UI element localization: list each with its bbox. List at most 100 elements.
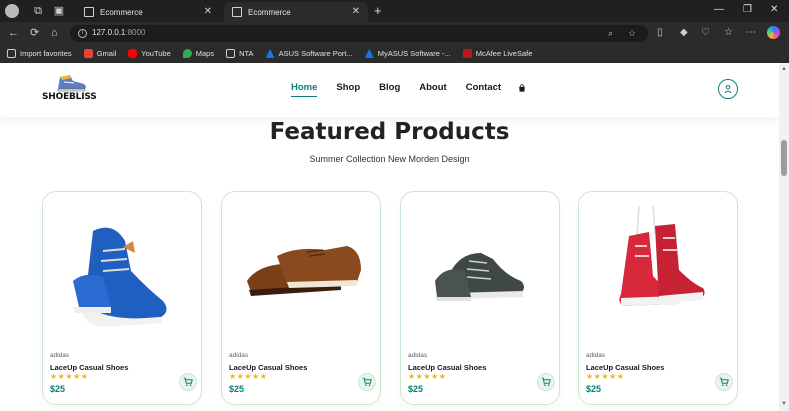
shopping-bag-icon[interactable] xyxy=(518,83,526,92)
close-tab-icon[interactable]: ✕ xyxy=(204,6,212,17)
workspaces-icon[interactable]: ⧉ xyxy=(31,4,45,18)
star-icon: ★ xyxy=(415,372,423,381)
product-card[interactable]: adidas LaceUp Casual Shoes ★ ★ ★ ★ ★ $25 xyxy=(578,191,738,405)
close-window-icon[interactable]: ✕ xyxy=(770,4,778,15)
tab-2-title: Ecommerce xyxy=(248,7,291,17)
nav-shop[interactable]: Shop xyxy=(336,82,360,93)
scroll-up-arrow-icon[interactable]: ▲ xyxy=(781,66,787,72)
product-rating: ★ ★ ★ ★ ★ xyxy=(50,373,88,381)
star-icon: ★ xyxy=(80,372,88,381)
restore-icon[interactable]: ❐ xyxy=(743,4,752,15)
page-icon xyxy=(84,7,94,17)
product-name[interactable]: LaceUp Casual Shoes xyxy=(408,363,486,372)
product-name[interactable]: LaceUp Casual Shoes xyxy=(586,363,664,372)
tab-1-title: Ecommerce xyxy=(100,7,143,17)
page-scrollbar[interactable] xyxy=(779,63,789,411)
product-name[interactable]: LaceUp Casual Shoes xyxy=(50,363,128,372)
bookmark-import-favorites[interactable]: Import favorites xyxy=(7,49,72,58)
new-tab-plus-icon[interactable]: + xyxy=(374,3,382,18)
minimize-icon[interactable]: — xyxy=(714,4,724,15)
site-logo[interactable]: SHOEBLISS xyxy=(42,73,98,105)
bookmark-nta[interactable]: NTA xyxy=(226,49,254,58)
bookmark-asus-software-portal[interactable]: ASUS Software Port... xyxy=(265,49,353,58)
section-title: Featured Products xyxy=(269,119,510,145)
bookmark-label: NTA xyxy=(239,49,254,58)
grey-sneaker-image xyxy=(435,253,524,301)
address-toolbar: ← ⟳ ⌂ i 127.0.0.1:8000 ⌕ ☆ ▯ ◆ ♡ ☆ ⋯ xyxy=(0,22,789,44)
site-info-icon[interactable]: i xyxy=(78,29,87,38)
copilot-icon[interactable] xyxy=(767,26,780,39)
star-icon: ★ xyxy=(236,372,244,381)
bookmark-label: Gmail xyxy=(96,49,117,58)
back-arrow-icon[interactable]: ← xyxy=(8,27,19,39)
nav-home[interactable]: Home xyxy=(291,82,318,97)
star-icon: ★ xyxy=(408,372,416,381)
product-brand: adidas xyxy=(408,352,428,359)
product-price: $25 xyxy=(408,384,424,394)
bookmark-mcafee[interactable]: McAfee LiveSafe xyxy=(462,49,532,58)
product-price: $25 xyxy=(50,384,66,394)
bookmark-youtube[interactable]: YouTube xyxy=(128,49,171,58)
product-card[interactable]: adidas LaceUp Casual Shoes ★ ★ ★ ★ ★ $25 xyxy=(42,191,202,405)
scrollbar-thumb[interactable] xyxy=(781,140,787,176)
gmail-icon xyxy=(83,49,93,58)
star-icon: ★ xyxy=(431,372,439,381)
page-icon xyxy=(232,7,242,17)
page-viewport: SHOEBLISS Home Shop Blog About Contact F… xyxy=(0,63,789,411)
product-image[interactable] xyxy=(407,200,555,342)
product-image[interactable] xyxy=(49,200,197,342)
star-icon: ★ xyxy=(229,372,237,381)
product-image[interactable] xyxy=(585,200,733,342)
tab-1[interactable]: Ecommerce ✕ xyxy=(76,2,220,22)
product-image[interactable] xyxy=(228,200,376,342)
more-menu-icon[interactable]: ⋯ xyxy=(746,27,756,39)
star-icon: ★ xyxy=(609,372,617,381)
nav-blog[interactable]: Blog xyxy=(379,82,400,93)
url-bar[interactable]: i 127.0.0.1:8000 ⌕ ☆ xyxy=(70,25,648,42)
tab-2[interactable]: Ecommerce ✕ xyxy=(224,2,368,22)
red-hightop-image xyxy=(619,206,705,306)
refresh-icon[interactable]: ⟳ xyxy=(30,27,39,39)
cart-icon xyxy=(719,377,729,386)
star-icon: ★ xyxy=(586,372,594,381)
scroll-down-arrow-icon[interactable]: ▼ xyxy=(781,401,787,407)
asus-icon xyxy=(364,49,374,58)
add-to-cart-button[interactable] xyxy=(179,373,197,391)
profile-avatar-icon[interactable] xyxy=(5,4,19,18)
add-to-cart-button[interactable] xyxy=(715,373,733,391)
bookmark-gmail[interactable]: Gmail xyxy=(83,49,117,58)
bookmarks-bar: Import favorites Gmail YouTube Maps NTA … xyxy=(0,44,789,63)
product-card[interactable]: adidas LaceUp Casual Shoes ★ ★ ★ ★ ★ $25 xyxy=(221,191,381,405)
star-icon: ★ xyxy=(593,372,601,381)
tab-actions-icon[interactable]: ▣ xyxy=(52,4,66,18)
favorite-star-icon[interactable]: ☆ xyxy=(628,28,636,39)
phone-icon[interactable]: ▯ xyxy=(657,27,663,39)
product-name[interactable]: LaceUp Casual Shoes xyxy=(229,363,307,372)
close-tab-icon[interactable]: ✕ xyxy=(352,6,360,17)
logo-text: SHOEBLISS xyxy=(42,92,97,102)
add-to-cart-button[interactable] xyxy=(537,373,555,391)
star-icon: ★ xyxy=(252,372,260,381)
favorites-icon[interactable]: ☆ xyxy=(724,27,733,39)
bookmark-maps[interactable]: Maps xyxy=(182,49,214,58)
bookmark-label: Import favorites xyxy=(20,49,72,58)
bookmark-myasus[interactable]: MyASUS Software -... xyxy=(364,49,451,58)
section-subtitle: Summer Collection New Morden Design xyxy=(309,154,470,164)
cart-icon xyxy=(362,377,372,386)
home-icon[interactable]: ⌂ xyxy=(51,27,58,39)
bookmark-label: MyASUS Software -... xyxy=(377,49,451,58)
brown-shoe-image xyxy=(247,246,361,296)
user-account-button[interactable] xyxy=(718,79,738,99)
product-card[interactable]: adidas LaceUp Casual Shoes ★ ★ ★ ★ ★ $25 xyxy=(400,191,560,405)
add-to-cart-button[interactable] xyxy=(358,373,376,391)
browser-essentials-icon[interactable]: ♡ xyxy=(701,27,710,39)
search-icon[interactable]: ⌕ xyxy=(608,28,613,39)
extension-icon[interactable]: ◆ xyxy=(680,27,688,39)
nav-about[interactable]: About xyxy=(419,82,446,93)
site-header: SHOEBLISS Home Shop Blog About Contact xyxy=(0,63,779,117)
document-icon xyxy=(226,49,236,58)
url-text[interactable]: 127.0.0.1:8000 xyxy=(92,28,145,37)
nav-contact[interactable]: Contact xyxy=(466,82,501,93)
star-icon: ★ xyxy=(73,372,81,381)
user-icon xyxy=(724,85,732,94)
